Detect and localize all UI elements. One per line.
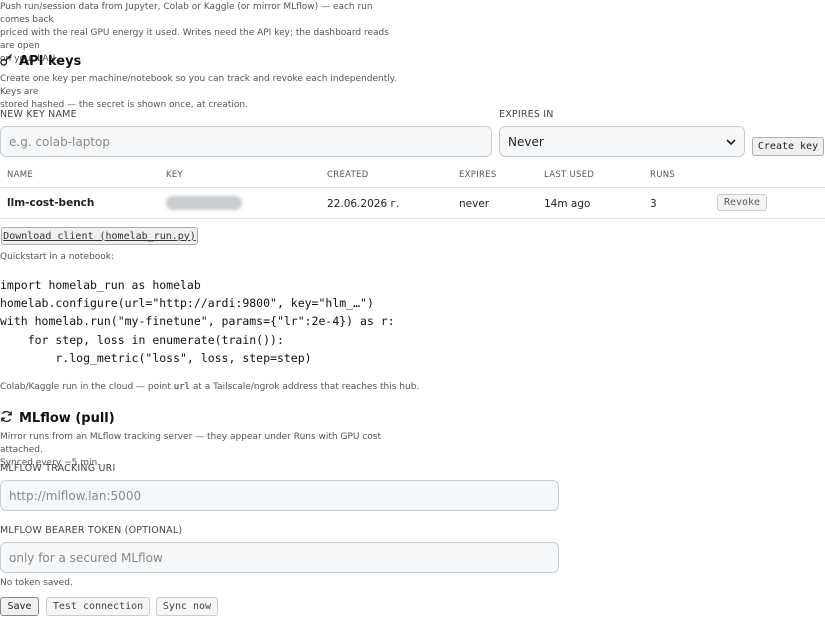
download-client-button[interactable]: Download client (homelab_run.py)	[1, 227, 198, 245]
column-header-name: NAME	[7, 170, 34, 180]
mlflow-uri-input[interactable]: http://mlflow.lan:5000	[0, 480, 559, 511]
save-button[interactable]: Save	[0, 597, 39, 616]
column-header-last-used: LAST USED	[544, 170, 595, 180]
mlflow-uri-label: MLFLOW TRACKING URI	[0, 463, 116, 474]
token-status: No token saved.	[0, 578, 73, 588]
expires-in-label: EXPIRES IN	[499, 109, 554, 120]
key-name-cell: llm-cost-bench	[7, 197, 95, 209]
quickstart-code-block: import homelab_run as homelab homelab.co…	[0, 278, 395, 365]
column-header-created: CREATED	[327, 170, 369, 180]
expires-in-select[interactable]: Never	[499, 126, 745, 157]
runs-cell: 3	[650, 198, 657, 210]
last-used-cell: 14m ago	[544, 198, 591, 210]
table-row-divider	[0, 218, 825, 219]
new-key-name-input[interactable]: e.g. colab-laptop	[0, 126, 492, 157]
cloud-note-prefix: Colab/Kaggle run in the cloud — point	[0, 382, 174, 392]
mlflow-desc-1: Mirror runs from an MLflow tracking serv…	[0, 432, 382, 455]
api-keys-heading: API keys	[0, 53, 81, 70]
column-header-expires: EXPIRES	[459, 170, 497, 180]
cloud-note-code: url	[173, 382, 190, 392]
api-keys-title: API keys	[19, 54, 82, 69]
cloud-note: Colab/Kaggle run in the cloud — point ur…	[0, 381, 419, 394]
expires-in-value: Never	[508, 134, 544, 149]
intro-line-2: priced with the real GPU energy it used.…	[0, 28, 389, 51]
chevron-down-icon	[726, 135, 736, 149]
mlflow-token-label: MLFLOW BEARER TOKEN (OPTIONAL)	[0, 525, 183, 536]
mlflow-heading: MLflow (pull)	[0, 410, 115, 427]
expires-cell: never	[459, 198, 490, 210]
quickstart-label: Quickstart in a notebook:	[0, 252, 114, 262]
column-header-key: KEY	[166, 170, 184, 180]
table-row: llm-cost-bench •••••••••• 22.06.2026 г. …	[0, 188, 825, 218]
key-icon	[0, 53, 13, 70]
created-cell: 22.06.2026 г.	[327, 198, 400, 210]
mlflow-title: MLflow (pull)	[19, 411, 115, 426]
new-key-name-label: NEW KEY NAME	[0, 109, 77, 120]
api-keys-description: Create one key per machine/notebook so y…	[0, 73, 400, 112]
column-header-runs: RUNS	[650, 170, 676, 180]
api-keys-desc-1: Create one key per machine/notebook so y…	[0, 74, 397, 97]
api-keys-table: NAME KEY CREATED EXPIRES LAST USED RUNS …	[0, 164, 825, 220]
sync-icon	[0, 410, 13, 427]
masked-key-cell: ••••••••••	[166, 196, 242, 210]
sync-now-button[interactable]: Sync now	[156, 597, 218, 616]
create-key-button[interactable]: Create key	[752, 137, 824, 156]
revoke-button[interactable]: Revoke	[717, 194, 767, 211]
test-connection-button[interactable]: Test connection	[46, 597, 150, 616]
intro-line-1: Push run/session data from Jupyter, Cola…	[0, 2, 373, 25]
cloud-note-suffix: at a Tailscale/ngrok address that reache…	[189, 382, 420, 392]
mlflow-token-input[interactable]: only for a secured MLflow	[0, 542, 559, 573]
